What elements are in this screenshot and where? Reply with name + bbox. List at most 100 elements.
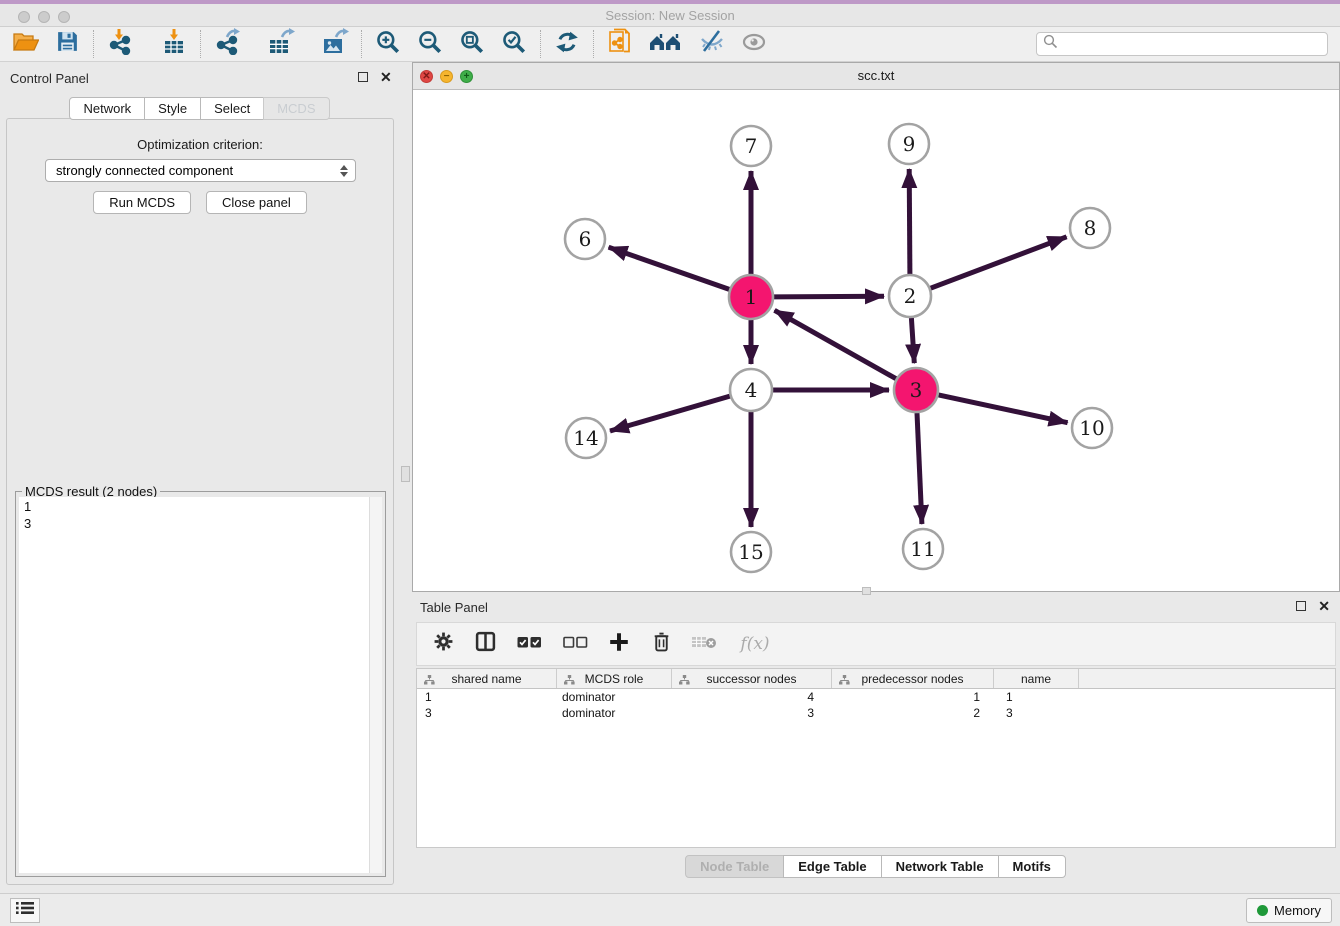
graph-node-7[interactable]: 7 [731,126,771,166]
network-canvas[interactable]: 7 9 6 8 1 2 4 3 14 10 15 11 [413,90,1339,591]
zoom-selected-button[interactable] [499,29,529,59]
memory-button[interactable]: Memory [1246,898,1332,923]
zoom-out-button[interactable] [415,29,445,59]
graph-edge-3-1[interactable] [775,310,897,378]
table-cell[interactable]: 1 [417,689,557,705]
graph-node-10[interactable]: 10 [1072,408,1112,448]
tab-style[interactable]: Style [144,97,201,120]
table-cell[interactable]: 3 [994,705,1079,721]
vertical-splitter[interactable] [400,62,412,893]
graph-edge-2-9[interactable] [909,169,910,274]
graph-edge-3-11[interactable] [917,413,922,524]
column-header-MCDS-role[interactable]: MCDS role [557,669,672,688]
delete-column-button[interactable] [691,632,719,656]
search-box[interactable] [1036,32,1328,56]
save-session-button[interactable] [52,29,82,59]
graph-node-1[interactable]: 1 [729,275,773,319]
toolbar-separator [93,30,94,58]
refresh-button[interactable] [552,29,582,59]
criterion-value: strongly connected component [56,163,233,178]
select-all-columns-button[interactable] [515,632,543,656]
table-row[interactable]: 3dominator323 [417,705,1335,721]
tab-edge-table[interactable]: Edge Table [783,855,881,878]
graph-edge-1-6[interactable] [609,247,730,289]
close-table-panel-icon[interactable]: ✕ [1318,601,1330,611]
graph-edge-2-3[interactable] [911,318,914,363]
table-cell[interactable]: 2 [832,705,994,721]
search-input[interactable] [1062,34,1327,54]
tab-mcds[interactable]: MCDS [263,97,329,120]
table-tabs: Node Table Edge Table Network Table Moti… [412,855,1340,878]
magnifier-plus-icon [375,29,401,60]
graph-edge-4-14[interactable] [610,396,730,431]
horizontal-splitter-grip[interactable] [862,587,871,595]
hide-selected-button[interactable] [697,29,727,59]
task-history-button[interactable] [10,898,40,923]
splitter-grip[interactable] [401,466,410,482]
column-header-shared-name[interactable]: shared name [417,669,557,688]
graph-node-4[interactable]: 4 [730,369,772,411]
table-panel: Table Panel ✕ f(x) shared nameMCDS roles… [412,596,1340,888]
column-header-successor-nodes[interactable]: successor nodes [672,669,832,688]
import-table-button[interactable] [159,29,189,59]
window-title: Session: New Session [0,8,1340,23]
graph-node-6[interactable]: 6 [565,219,605,259]
svg-text:10: 10 [1079,416,1104,440]
delete-rows-button[interactable] [649,632,673,656]
graph-node-15[interactable]: 15 [731,532,771,572]
criterion-dropdown[interactable]: strongly connected component [45,159,356,182]
table-cell[interactable]: 4 [672,689,832,705]
show-all-button[interactable] [739,29,769,59]
graph-node-9[interactable]: 9 [889,124,929,164]
graph-node-2[interactable]: 2 [889,275,931,317]
graph-node-11[interactable]: 11 [903,529,943,569]
graph-node-3[interactable]: 3 [894,368,938,412]
column-header-name[interactable]: name [994,669,1079,688]
main-toolbar [0,27,1340,62]
import-network-button[interactable] [105,29,135,59]
tab-network[interactable]: Network [69,97,145,120]
export-network-button[interactable] [212,29,242,59]
create-column-button[interactable] [607,632,631,656]
mcds-result-text[interactable]: 1 3 [19,497,369,873]
table-cell[interactable]: dominator [557,689,672,705]
graph-node-14[interactable]: 14 [566,418,606,458]
graph-edge-3-10[interactable] [939,395,1068,423]
result-scrollbar[interactable] [369,497,382,873]
network-graph[interactable]: 7 9 6 8 1 2 4 3 14 10 15 11 [413,90,1339,591]
toolbar-separator [200,30,201,58]
new-network-from-selection-button[interactable] [605,29,635,59]
graph-edge-2-8[interactable] [931,237,1067,288]
table-cell[interactable]: 1 [832,689,994,705]
network-window-titlebar[interactable]: ✕ − + scc.txt [413,63,1339,90]
table-cell[interactable]: 3 [417,705,557,721]
tab-select[interactable]: Select [200,97,264,120]
zoom-in-button[interactable] [373,29,403,59]
run-mcds-button[interactable]: Run MCDS [93,191,191,214]
tab-node-table[interactable]: Node Table [685,855,784,878]
tab-network-table[interactable]: Network Table [881,855,999,878]
export-image-button[interactable] [320,29,350,59]
close-panel-button[interactable]: Close panel [206,191,307,214]
graph-node-8[interactable]: 8 [1070,208,1110,248]
tab-motifs[interactable]: Motifs [998,855,1066,878]
close-panel-icon[interactable]: ✕ [380,72,392,82]
float-panel-icon[interactable] [358,72,368,82]
graph-edge-1-2[interactable] [774,296,884,297]
show-columns-button[interactable] [473,632,497,656]
table-cell[interactable]: dominator [557,705,672,721]
unselect-all-columns-button[interactable] [561,632,589,656]
eye-icon [740,29,768,60]
table-cell[interactable]: 1 [994,689,1079,705]
open-session-button[interactable] [10,29,40,59]
document-network-icon [607,28,633,61]
column-header-predecessor-nodes[interactable]: predecessor nodes [832,669,994,688]
table-row[interactable]: 1dominator411 [417,689,1335,705]
apply-function-button[interactable]: f(x) [737,632,773,656]
export-table-button[interactable] [266,29,296,59]
zoom-fit-button[interactable] [457,29,487,59]
table-cell[interactable]: 3 [672,705,832,721]
float-table-panel-icon[interactable] [1296,601,1306,611]
first-neighbors-button[interactable] [647,29,685,59]
table-settings-button[interactable] [431,632,455,656]
